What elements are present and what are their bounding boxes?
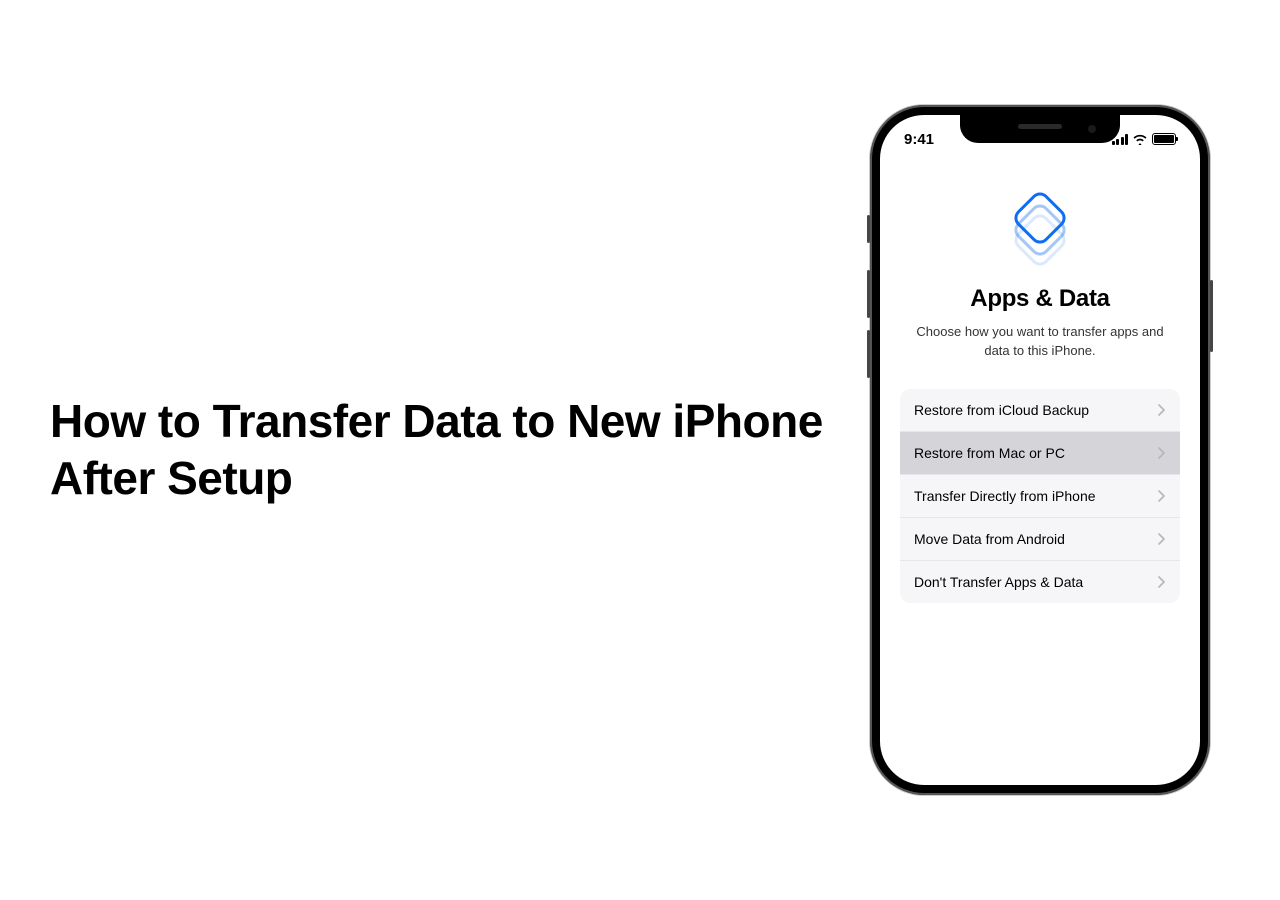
- option-transfer-iphone[interactable]: Transfer Directly from iPhone: [900, 475, 1180, 518]
- chevron-right-icon: [1158, 404, 1166, 416]
- front-camera: [1088, 125, 1096, 133]
- option-restore-mac-pc[interactable]: Restore from Mac or PC: [900, 432, 1180, 475]
- chevron-right-icon: [1158, 447, 1166, 459]
- option-label: Don't Transfer Apps & Data: [914, 574, 1083, 590]
- speaker-grille: [1018, 124, 1062, 129]
- chevron-right-icon: [1158, 490, 1166, 502]
- battery-icon: [1152, 133, 1176, 145]
- mute-switch: [867, 215, 870, 243]
- page-container: How to Transfer Data to New iPhone After…: [0, 0, 1280, 900]
- option-label: Restore from iCloud Backup: [914, 402, 1089, 418]
- option-label: Restore from Mac or PC: [914, 445, 1065, 461]
- phone-screen: 9:41: [880, 115, 1200, 785]
- option-label: Transfer Directly from iPhone: [914, 488, 1096, 504]
- volume-up-button: [867, 270, 870, 318]
- screen-title: Apps & Data: [900, 285, 1180, 313]
- screen-subtitle: Choose how you want to transfer apps and…: [900, 323, 1180, 361]
- option-move-android[interactable]: Move Data from Android: [900, 518, 1180, 561]
- page-headline: How to Transfer Data to New iPhone After…: [50, 393, 850, 508]
- chevron-right-icon: [1158, 533, 1166, 545]
- wifi-icon: [1132, 133, 1148, 145]
- volume-down-button: [867, 330, 870, 378]
- transfer-options-list: Restore from iCloud Backup Restore from …: [900, 389, 1180, 603]
- power-button: [1210, 280, 1213, 352]
- status-indicators: [1112, 129, 1177, 145]
- screen-content: Apps & Data Choose how you want to trans…: [880, 159, 1200, 603]
- apps-data-stack-icon: [1010, 197, 1070, 267]
- status-time: 9:41: [904, 127, 934, 148]
- phone-frame: 9:41: [870, 105, 1210, 795]
- option-dont-transfer[interactable]: Don't Transfer Apps & Data: [900, 561, 1180, 603]
- option-label: Move Data from Android: [914, 531, 1065, 547]
- phone-wrapper: 9:41: [850, 105, 1230, 795]
- notch: [960, 115, 1120, 143]
- option-restore-icloud[interactable]: Restore from iCloud Backup: [900, 389, 1180, 432]
- chevron-right-icon: [1158, 576, 1166, 588]
